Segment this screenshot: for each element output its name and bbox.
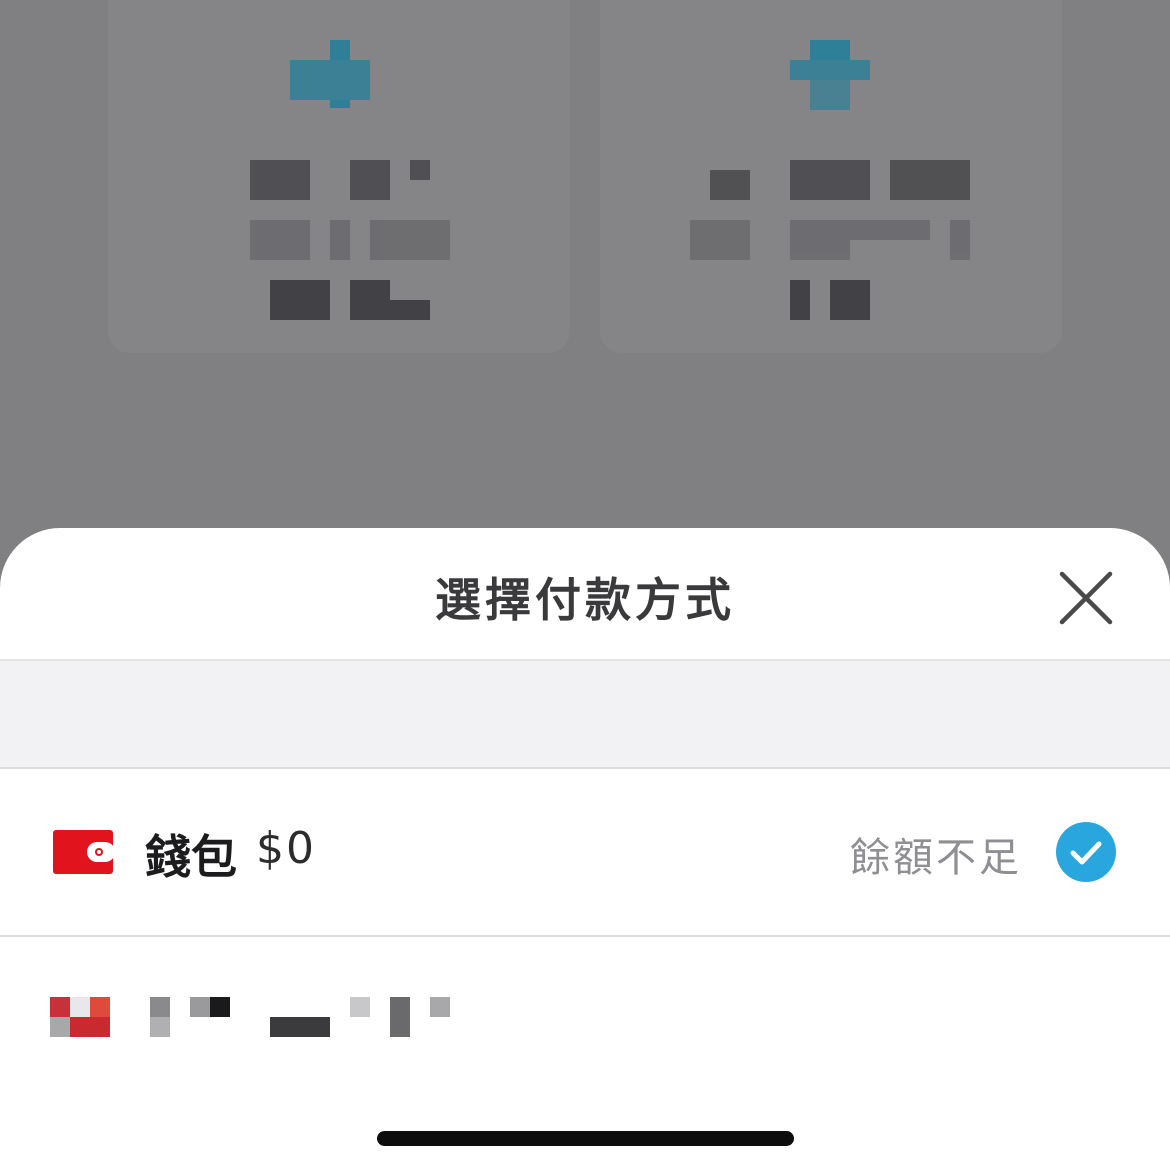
payment-option-wallet[interactable]: 錢包 $0 餘額不足 — [0, 769, 1170, 937]
wallet-label: 錢包 — [145, 830, 237, 884]
home-indicator — [377, 1131, 794, 1146]
payment-method-sheet: 選擇付款方式 錢包 $0 餘額不足 — [0, 528, 1170, 1170]
section-separator — [0, 661, 1170, 769]
wallet-balance: $0 — [256, 823, 316, 874]
background-card-left — [108, 0, 570, 353]
selected-check-icon — [1056, 822, 1116, 882]
wallet-icon — [53, 830, 113, 874]
sheet-title: 選擇付款方式 — [435, 573, 735, 627]
insufficient-balance-label: 餘額不足 — [850, 835, 1022, 881]
blurred-icon-right — [690, 40, 970, 320]
obscured-payment-option — [50, 997, 450, 1037]
blurred-icon-left — [250, 40, 450, 320]
close-icon — [1059, 571, 1113, 625]
payment-option-obscured[interactable] — [0, 937, 1170, 1117]
sheet-header: 選擇付款方式 — [0, 528, 1170, 661]
close-button[interactable] — [1052, 564, 1120, 632]
background-card-right — [600, 0, 1062, 353]
